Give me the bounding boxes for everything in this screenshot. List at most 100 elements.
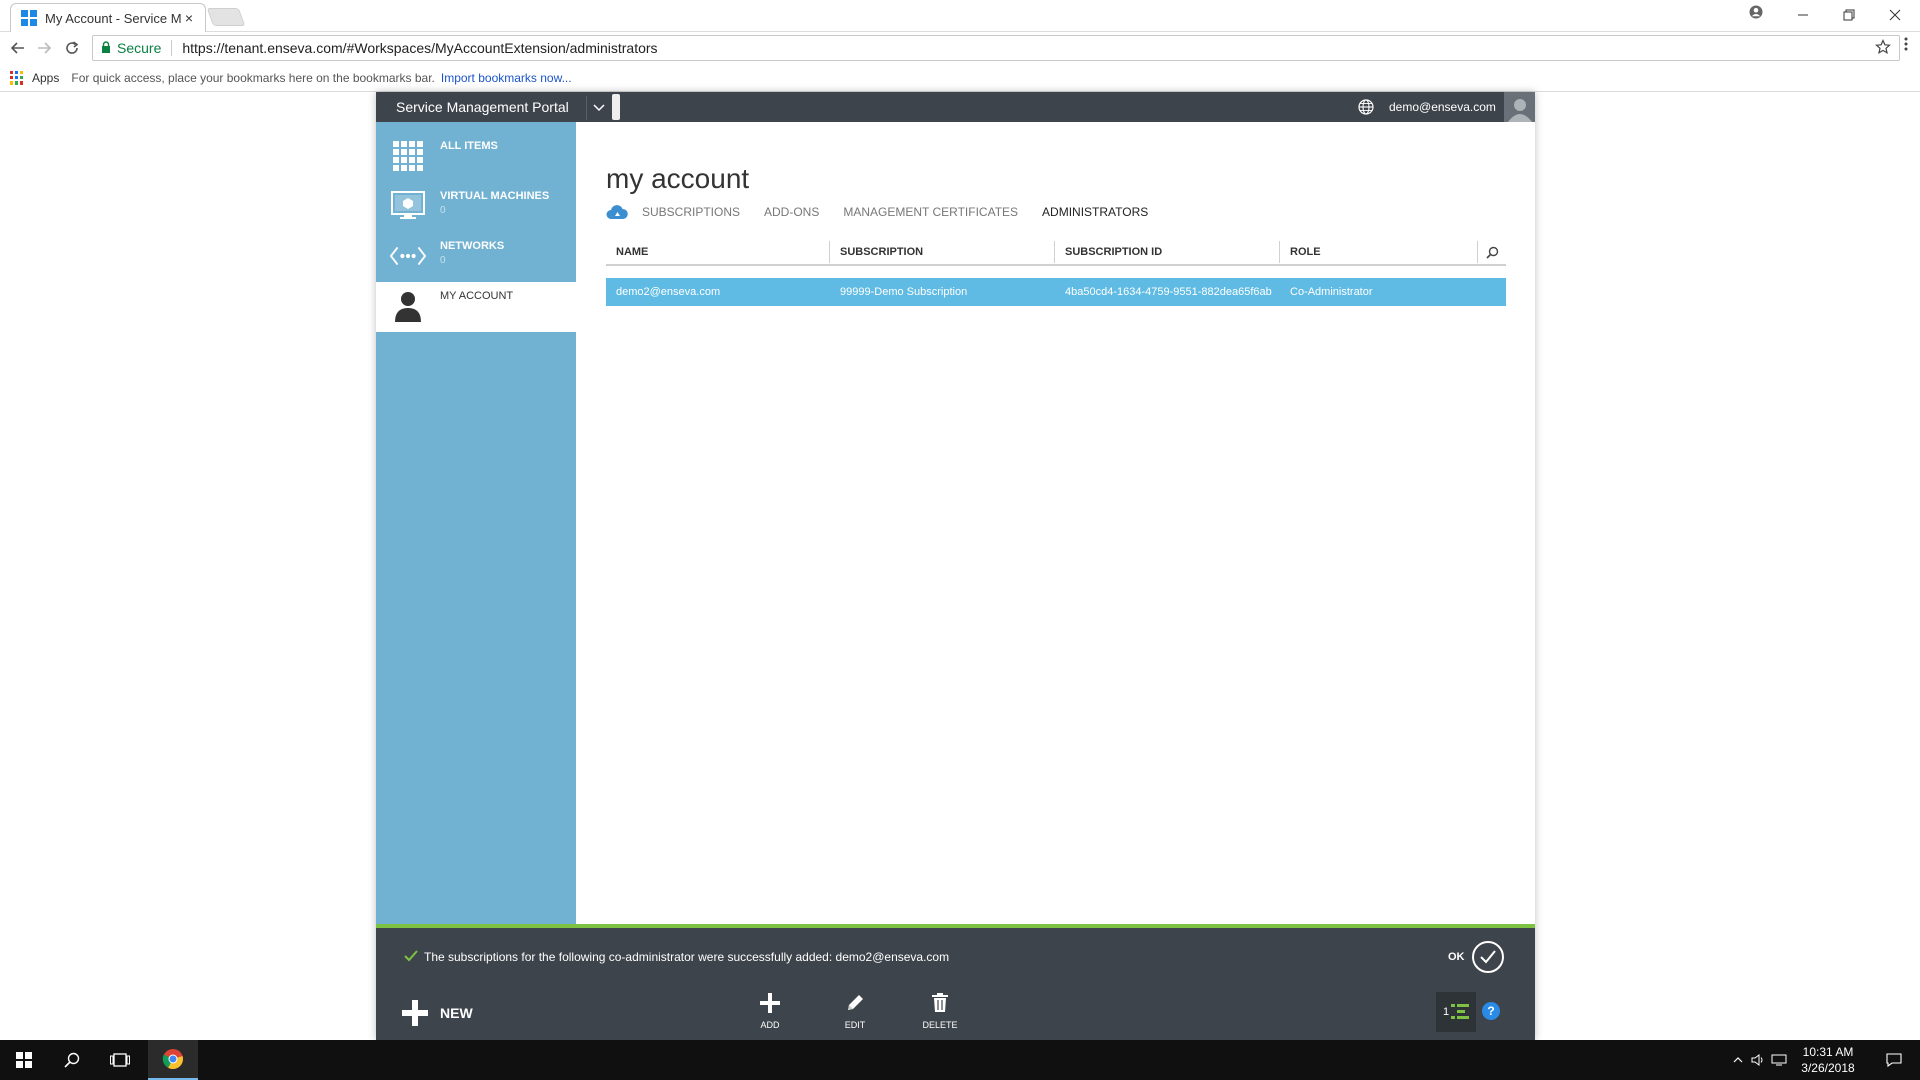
clock-time: 10:31 AM	[1802, 1045, 1854, 1059]
notification-bar: The subscriptions for the following co-a…	[376, 924, 1535, 984]
new-label: NEW	[440, 1005, 473, 1021]
column-header-subscription[interactable]: SUBSCRIPTION	[830, 241, 1055, 263]
portal-title[interactable]: Service Management Portal	[396, 99, 569, 115]
ok-button[interactable]: OK	[1448, 951, 1465, 963]
windows-logo-icon	[21, 10, 37, 26]
reload-icon[interactable]	[60, 36, 84, 60]
nav-label: MY ACCOUNT	[440, 290, 514, 302]
avatar[interactable]	[1504, 92, 1535, 122]
add-label: ADD	[760, 1020, 780, 1030]
nav-item-my-account[interactable]: MY ACCOUNT	[376, 282, 576, 332]
nav-count: 0	[440, 205, 446, 216]
user-icon	[390, 290, 426, 322]
cell-subscription: 99999-Demo Subscription	[840, 286, 968, 298]
apps-link[interactable]: Apps	[32, 71, 59, 85]
action-center-icon[interactable]	[1870, 1040, 1918, 1080]
column-header-subscription-id[interactable]: SUBSCRIPTION ID	[1055, 241, 1280, 263]
nav-item-virtual-machines[interactable]: VIRTUAL MACHINES 0	[376, 182, 576, 232]
left-navigation: ALL ITEMS VIRTUAL MACHINES 0 NETWORKS 0 …	[376, 122, 576, 930]
task-list-icon	[1451, 1004, 1470, 1019]
apps-grid-icon[interactable]	[10, 70, 24, 85]
nav-label: NETWORKS	[440, 240, 505, 252]
globe-icon[interactable]	[1358, 99, 1374, 115]
cell-name: demo2@enseva.com	[616, 286, 721, 298]
user-email[interactable]: demo@enseva.com	[1389, 100, 1496, 114]
browser-menu-icon[interactable]	[1898, 36, 1914, 60]
nav-count: 0	[440, 255, 446, 266]
nav-label: VIRTUAL MACHINES	[440, 190, 550, 202]
close-window-icon[interactable]	[1872, 0, 1918, 30]
search-icon[interactable]	[1478, 241, 1506, 263]
portal-frame: Service Management Portal demo@enseva.co…	[376, 92, 1535, 1040]
system-tray	[1728, 1040, 1790, 1080]
network-status-icon[interactable]	[1768, 1054, 1790, 1066]
pencil-icon	[844, 992, 866, 1014]
url-text[interactable]: https://tenant.enseva.com/#Workspaces/My…	[182, 40, 657, 56]
tab-administrators[interactable]: ADMINISTRATORS	[1042, 205, 1148, 219]
header-scroll-handle[interactable]	[612, 94, 620, 120]
forward-icon[interactable]	[32, 36, 56, 60]
chevron-down-icon[interactable]	[586, 96, 610, 120]
import-bookmarks-link[interactable]: Import bookmarks now...	[441, 71, 572, 85]
plus-icon	[402, 1000, 428, 1026]
new-tab-button[interactable]	[206, 8, 246, 26]
delete-button[interactable]: DELETE	[910, 992, 970, 1030]
tab-subscriptions[interactable]: SUBSCRIPTIONS	[642, 205, 740, 219]
cloud-icon	[606, 204, 628, 220]
tab-management-certificates[interactable]: MANAGEMENT CERTIFICATES	[843, 205, 1018, 219]
windows-taskbar: 10:31 AM 3/26/2018	[0, 1040, 1920, 1080]
portal-header: Service Management Portal demo@enseva.co…	[376, 92, 1535, 122]
taskbar-clock[interactable]: 10:31 AM 3/26/2018	[1788, 1044, 1868, 1076]
grid-icon	[390, 140, 426, 172]
page-title: my account	[606, 162, 750, 194]
column-header-role[interactable]: ROLE	[1280, 241, 1478, 263]
task-view-icon[interactable]	[96, 1040, 144, 1080]
chevron-up-icon[interactable]	[1728, 1057, 1748, 1063]
chrome-taskbar-icon[interactable]	[148, 1040, 198, 1080]
column-header-name[interactable]: NAME	[606, 241, 830, 263]
restore-icon[interactable]	[1826, 0, 1872, 30]
bookmarks-bar: Apps For quick access, place your bookma…	[0, 64, 1920, 92]
clock-date: 3/26/2018	[1801, 1061, 1855, 1075]
notification-message: The subscriptions for the following co-a…	[424, 950, 950, 964]
nav-label: ALL ITEMS	[440, 140, 498, 152]
bookmark-star-icon[interactable]	[1875, 39, 1891, 60]
windows-start-icon[interactable]	[0, 1040, 48, 1080]
lock-icon	[101, 40, 111, 56]
profile-icon[interactable]	[1746, 2, 1766, 22]
main-content: my account SUBSCRIPTIONS ADD-ONS MANAGEM…	[576, 122, 1535, 930]
monitor-icon	[390, 190, 426, 222]
command-bar: NEW ADD EDIT DELETE 1 ?	[376, 984, 1535, 1040]
address-bar[interactable]: Secure https://tenant.enseva.com/#Worksp…	[92, 35, 1900, 61]
tasks-count: 1	[1442, 1006, 1450, 1018]
browser-tab[interactable]: My Account - Service Ma ×	[10, 3, 206, 32]
checkmark-icon	[404, 949, 418, 965]
new-button[interactable]: NEW	[402, 1000, 473, 1026]
search-icon[interactable]	[48, 1040, 96, 1080]
network-icon	[390, 240, 426, 272]
ok-check-circle-icon[interactable]	[1472, 941, 1504, 973]
tab-add-ons[interactable]: ADD-ONS	[764, 205, 819, 219]
administrators-table: NAME SUBSCRIPTION SUBSCRIPTION ID ROLE d…	[606, 240, 1506, 306]
speaker-icon[interactable]	[1748, 1054, 1768, 1066]
add-icon	[759, 992, 781, 1014]
tab-title: My Account - Service Ma	[45, 10, 181, 26]
window-controls	[1780, 0, 1918, 30]
table-row[interactable]: demo2@enseva.com 99999-Demo Subscription…	[606, 278, 1506, 306]
edit-button[interactable]: EDIT	[825, 992, 885, 1030]
delete-label: DELETE	[922, 1020, 958, 1030]
bookmarks-hint: For quick access, place your bookmarks h…	[71, 70, 435, 85]
back-icon[interactable]	[6, 36, 30, 60]
secure-label: Secure	[117, 40, 173, 56]
tab-close-icon[interactable]: ×	[181, 10, 197, 26]
trash-icon	[929, 992, 951, 1014]
minimize-icon[interactable]	[1780, 0, 1826, 30]
page-viewport: Service Management Portal demo@enseva.co…	[0, 92, 1920, 1040]
nav-item-all-items[interactable]: ALL ITEMS	[376, 132, 576, 182]
add-button[interactable]: ADD	[740, 992, 800, 1030]
account-tabs: SUBSCRIPTIONS ADD-ONS MANAGEMENT CERTIFI…	[606, 204, 1172, 220]
tasks-button[interactable]: 1	[1436, 992, 1476, 1032]
nav-item-networks[interactable]: NETWORKS 0	[376, 232, 576, 282]
help-icon[interactable]: ?	[1482, 1002, 1500, 1020]
browser-toolbar: Secure https://tenant.enseva.com/#Worksp…	[0, 32, 1920, 64]
